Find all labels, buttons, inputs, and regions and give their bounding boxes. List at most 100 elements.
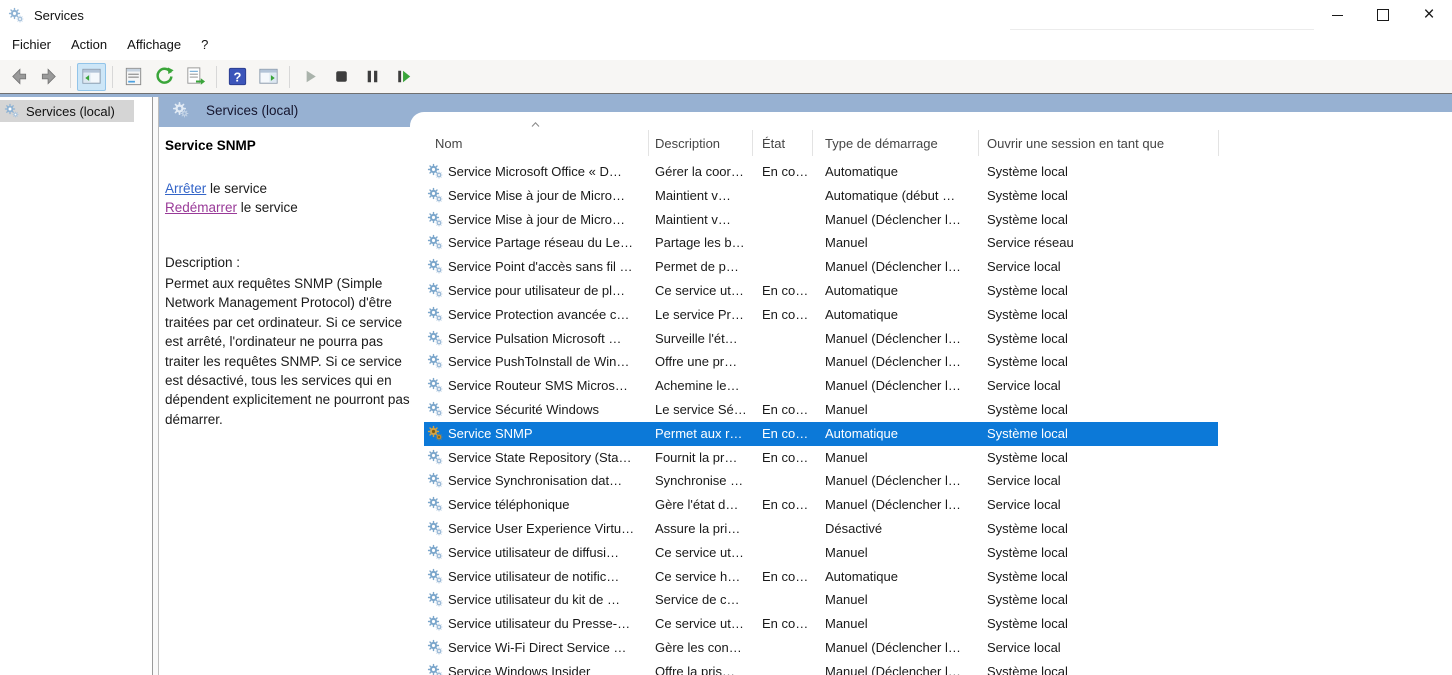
service-gear-icon xyxy=(427,639,445,657)
pause-service-button[interactable] xyxy=(358,63,387,91)
menu-item-help[interactable]: ? xyxy=(191,30,218,60)
table-row[interactable]: Service pour utilisateur de pl…Ce servic… xyxy=(424,279,1218,303)
show-action-pane-button[interactable] xyxy=(254,63,283,91)
cell-logon-as: Service local xyxy=(987,636,1215,660)
stop-service-button[interactable] xyxy=(327,63,356,91)
menu-item-affichage[interactable]: Affichage xyxy=(117,30,191,60)
table-row[interactable]: Service PushToInstall de Win…Offre une p… xyxy=(424,350,1218,374)
table-row[interactable]: Service utilisateur de notific…Ce servic… xyxy=(424,565,1218,589)
menu-item-action[interactable]: Action xyxy=(61,30,117,60)
cell-logon-as: Système local xyxy=(987,660,1215,675)
restart-service-button[interactable] xyxy=(389,63,418,91)
cell-logon-as: Service local xyxy=(987,469,1215,493)
cell-name: Service téléphonique xyxy=(448,493,654,517)
cell-name: Service Microsoft Office « D… xyxy=(448,160,654,184)
start-service-button[interactable] xyxy=(296,63,325,91)
toolbar-separator-2 xyxy=(112,66,113,88)
cell-logon-as: Système local xyxy=(987,303,1215,327)
cell-name: Service utilisateur de notific… xyxy=(448,565,654,589)
description-label: Description : xyxy=(165,255,240,270)
cell-startup-type: Manuel xyxy=(825,231,983,255)
service-gear-icon xyxy=(427,496,445,514)
maximize-button[interactable] xyxy=(1360,0,1406,30)
cell-state xyxy=(762,517,820,541)
help-button[interactable]: ? xyxy=(223,63,252,91)
show-action-pane-icon xyxy=(257,65,280,88)
forward-icon xyxy=(38,65,61,88)
close-button[interactable] xyxy=(1406,0,1452,30)
export-list-button[interactable] xyxy=(181,63,210,91)
table-row[interactable]: Service Point d'accès sans fil …Permet d… xyxy=(424,255,1218,279)
table-row[interactable]: Service Windows InsiderOffre la pris…Man… xyxy=(424,660,1218,675)
restart-service-link[interactable]: Redémarrer xyxy=(165,200,237,215)
table-row[interactable]: Service Protection avancée c…Le service … xyxy=(424,303,1218,327)
cell-name: Service Partage réseau du Le… xyxy=(448,231,654,255)
toolbar-separator-3 xyxy=(216,66,217,88)
service-gear-icon xyxy=(427,187,445,205)
table-row[interactable]: Service utilisateur du Presse-…Ce servic… xyxy=(424,612,1218,636)
cell-name: Service SNMP xyxy=(448,422,654,446)
cell-state xyxy=(762,231,820,255)
cell-logon-as: Système local xyxy=(987,446,1215,470)
cell-state xyxy=(762,541,820,565)
service-gear-icon xyxy=(427,401,445,419)
stop-service-link[interactable]: Arrêter xyxy=(165,181,206,196)
table-row[interactable]: Service Mise à jour de Micro…Maintient v… xyxy=(424,184,1218,208)
table-row[interactable]: Service Routeur SMS Micros…Achemine le…M… xyxy=(424,374,1218,398)
cell-logon-as: Système local xyxy=(987,565,1215,589)
column-header-description[interactable]: Description xyxy=(655,136,755,151)
table-row[interactable]: Service Sécurité WindowsLe service Sé…En… xyxy=(424,398,1218,422)
cell-startup-type: Manuel (Déclencher l… xyxy=(825,636,983,660)
properties-button[interactable] xyxy=(119,63,148,91)
cell-startup-type: Manuel xyxy=(825,398,983,422)
header-separator-2 xyxy=(752,130,753,156)
cell-description: Partage les b… xyxy=(655,231,757,255)
menubar: FichierActionAffichage? xyxy=(0,30,1452,60)
forward-button[interactable] xyxy=(35,63,64,91)
tree-item-label: Services (local) xyxy=(26,104,115,119)
cell-description: Gère les con… xyxy=(655,636,757,660)
service-gear-icon xyxy=(427,663,445,675)
minimize-button[interactable] xyxy=(1314,0,1360,30)
refresh-button[interactable] xyxy=(150,63,179,91)
table-row[interactable]: Service utilisateur de diffusi…Ce servic… xyxy=(424,541,1218,565)
table-row[interactable]: Service utilisateur du kit de …Service d… xyxy=(424,588,1218,612)
table-row[interactable]: Service Mise à jour de Micro…Maintient v… xyxy=(424,208,1218,232)
cell-description: Ce service ut… xyxy=(655,279,757,303)
table-row[interactable]: Service Wi-Fi Direct Service …Gère les c… xyxy=(424,636,1218,660)
cell-description: Gère l'état d… xyxy=(655,493,757,517)
cell-logon-as: Système local xyxy=(987,350,1215,374)
table-row[interactable]: Service SNMPPermet aux r…En co…Automatiq… xyxy=(424,422,1218,446)
column-header-ouvrir-une-session-en-tant-que[interactable]: Ouvrir une session en tant que xyxy=(987,136,1227,151)
table-row[interactable]: Service téléphoniqueGère l'état d…En co…… xyxy=(424,493,1218,517)
menu-item-fichier[interactable]: Fichier xyxy=(2,30,61,60)
extended-info-pane: Service SNMP Arrêter le service Redémarr… xyxy=(158,127,410,675)
cell-logon-as: Système local xyxy=(987,517,1215,541)
cell-startup-type: Automatique xyxy=(825,422,983,446)
cell-name: Service Pulsation Microsoft … xyxy=(448,327,654,351)
cell-description: Ce service ut… xyxy=(655,612,757,636)
cell-name: Service utilisateur du Presse-… xyxy=(448,612,654,636)
tree-item-services-local[interactable]: Services (local) xyxy=(0,100,134,122)
table-row[interactable]: Service Partage réseau du Le…Partage les… xyxy=(424,231,1218,255)
column-header-tat[interactable]: État xyxy=(762,136,819,151)
cell-name: Service Routeur SMS Micros… xyxy=(448,374,654,398)
cell-name: Service Point d'accès sans fil … xyxy=(448,255,654,279)
selected-service-title: Service SNMP xyxy=(165,138,256,153)
table-row[interactable]: Service Synchronisation dat…Synchronise … xyxy=(424,469,1218,493)
service-gear-icon xyxy=(427,211,445,229)
cell-logon-as: Système local xyxy=(987,588,1215,612)
cell-state: En co… xyxy=(762,422,820,446)
table-row[interactable]: Service Pulsation Microsoft …Surveille l… xyxy=(424,327,1218,351)
cell-description: Fournit la pr… xyxy=(655,446,757,470)
start-service-icon xyxy=(299,65,322,88)
table-row[interactable]: Service User Experience Virtu…Assure la … xyxy=(424,517,1218,541)
table-row[interactable]: Service State Repository (Sta…Fournit la… xyxy=(424,446,1218,470)
table-row[interactable]: Service Microsoft Office « D…Gérer la co… xyxy=(424,160,1218,184)
cell-startup-type: Manuel (Déclencher l… xyxy=(825,493,983,517)
back-button[interactable] xyxy=(4,63,33,91)
show-console-tree-button[interactable] xyxy=(77,63,106,91)
cell-name: Service Protection avancée c… xyxy=(448,303,654,327)
column-header-nom[interactable]: Nom xyxy=(435,136,640,151)
column-header-type-de-d-marrage[interactable]: Type de démarrage xyxy=(825,136,980,151)
